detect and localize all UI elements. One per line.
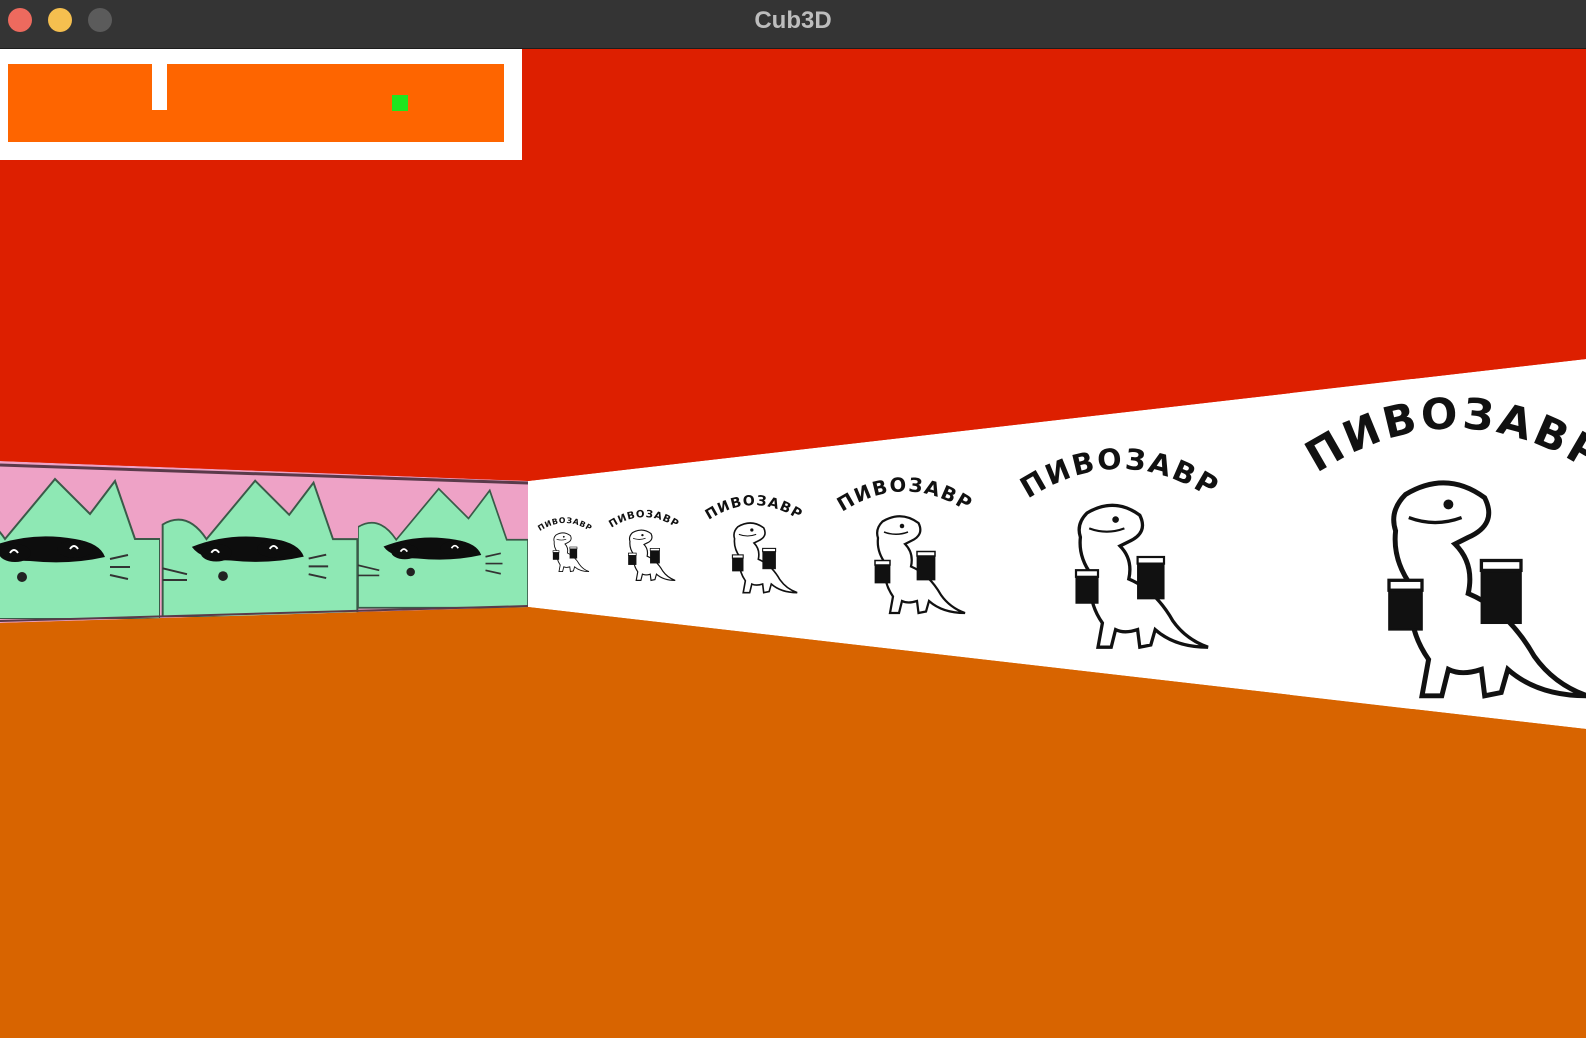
dinosaur-beer-texture xyxy=(1010,434,1230,658)
cat-sunglasses-texture xyxy=(0,469,160,619)
minimap-wall-segment xyxy=(152,64,167,110)
minimap-floor xyxy=(8,64,504,142)
dinosaur-beer-texture xyxy=(1290,379,1586,709)
dinosaur-beer-texture xyxy=(830,467,980,621)
dinosaur-beer-texture xyxy=(605,504,683,585)
left-wall xyxy=(0,461,528,623)
dinosaur-beer-texture xyxy=(700,487,808,599)
minimap xyxy=(0,49,522,160)
cat-sunglasses-texture xyxy=(358,479,528,609)
cat-sunglasses-texture xyxy=(161,471,359,617)
title-bar: Cub3D xyxy=(0,0,1586,49)
game-viewport[interactable]: ПИВОЗАВР xyxy=(0,49,1586,1038)
minimap-player xyxy=(392,95,408,111)
window-title: Cub3D xyxy=(754,7,832,34)
dinosaur-beer-texture xyxy=(535,513,595,575)
